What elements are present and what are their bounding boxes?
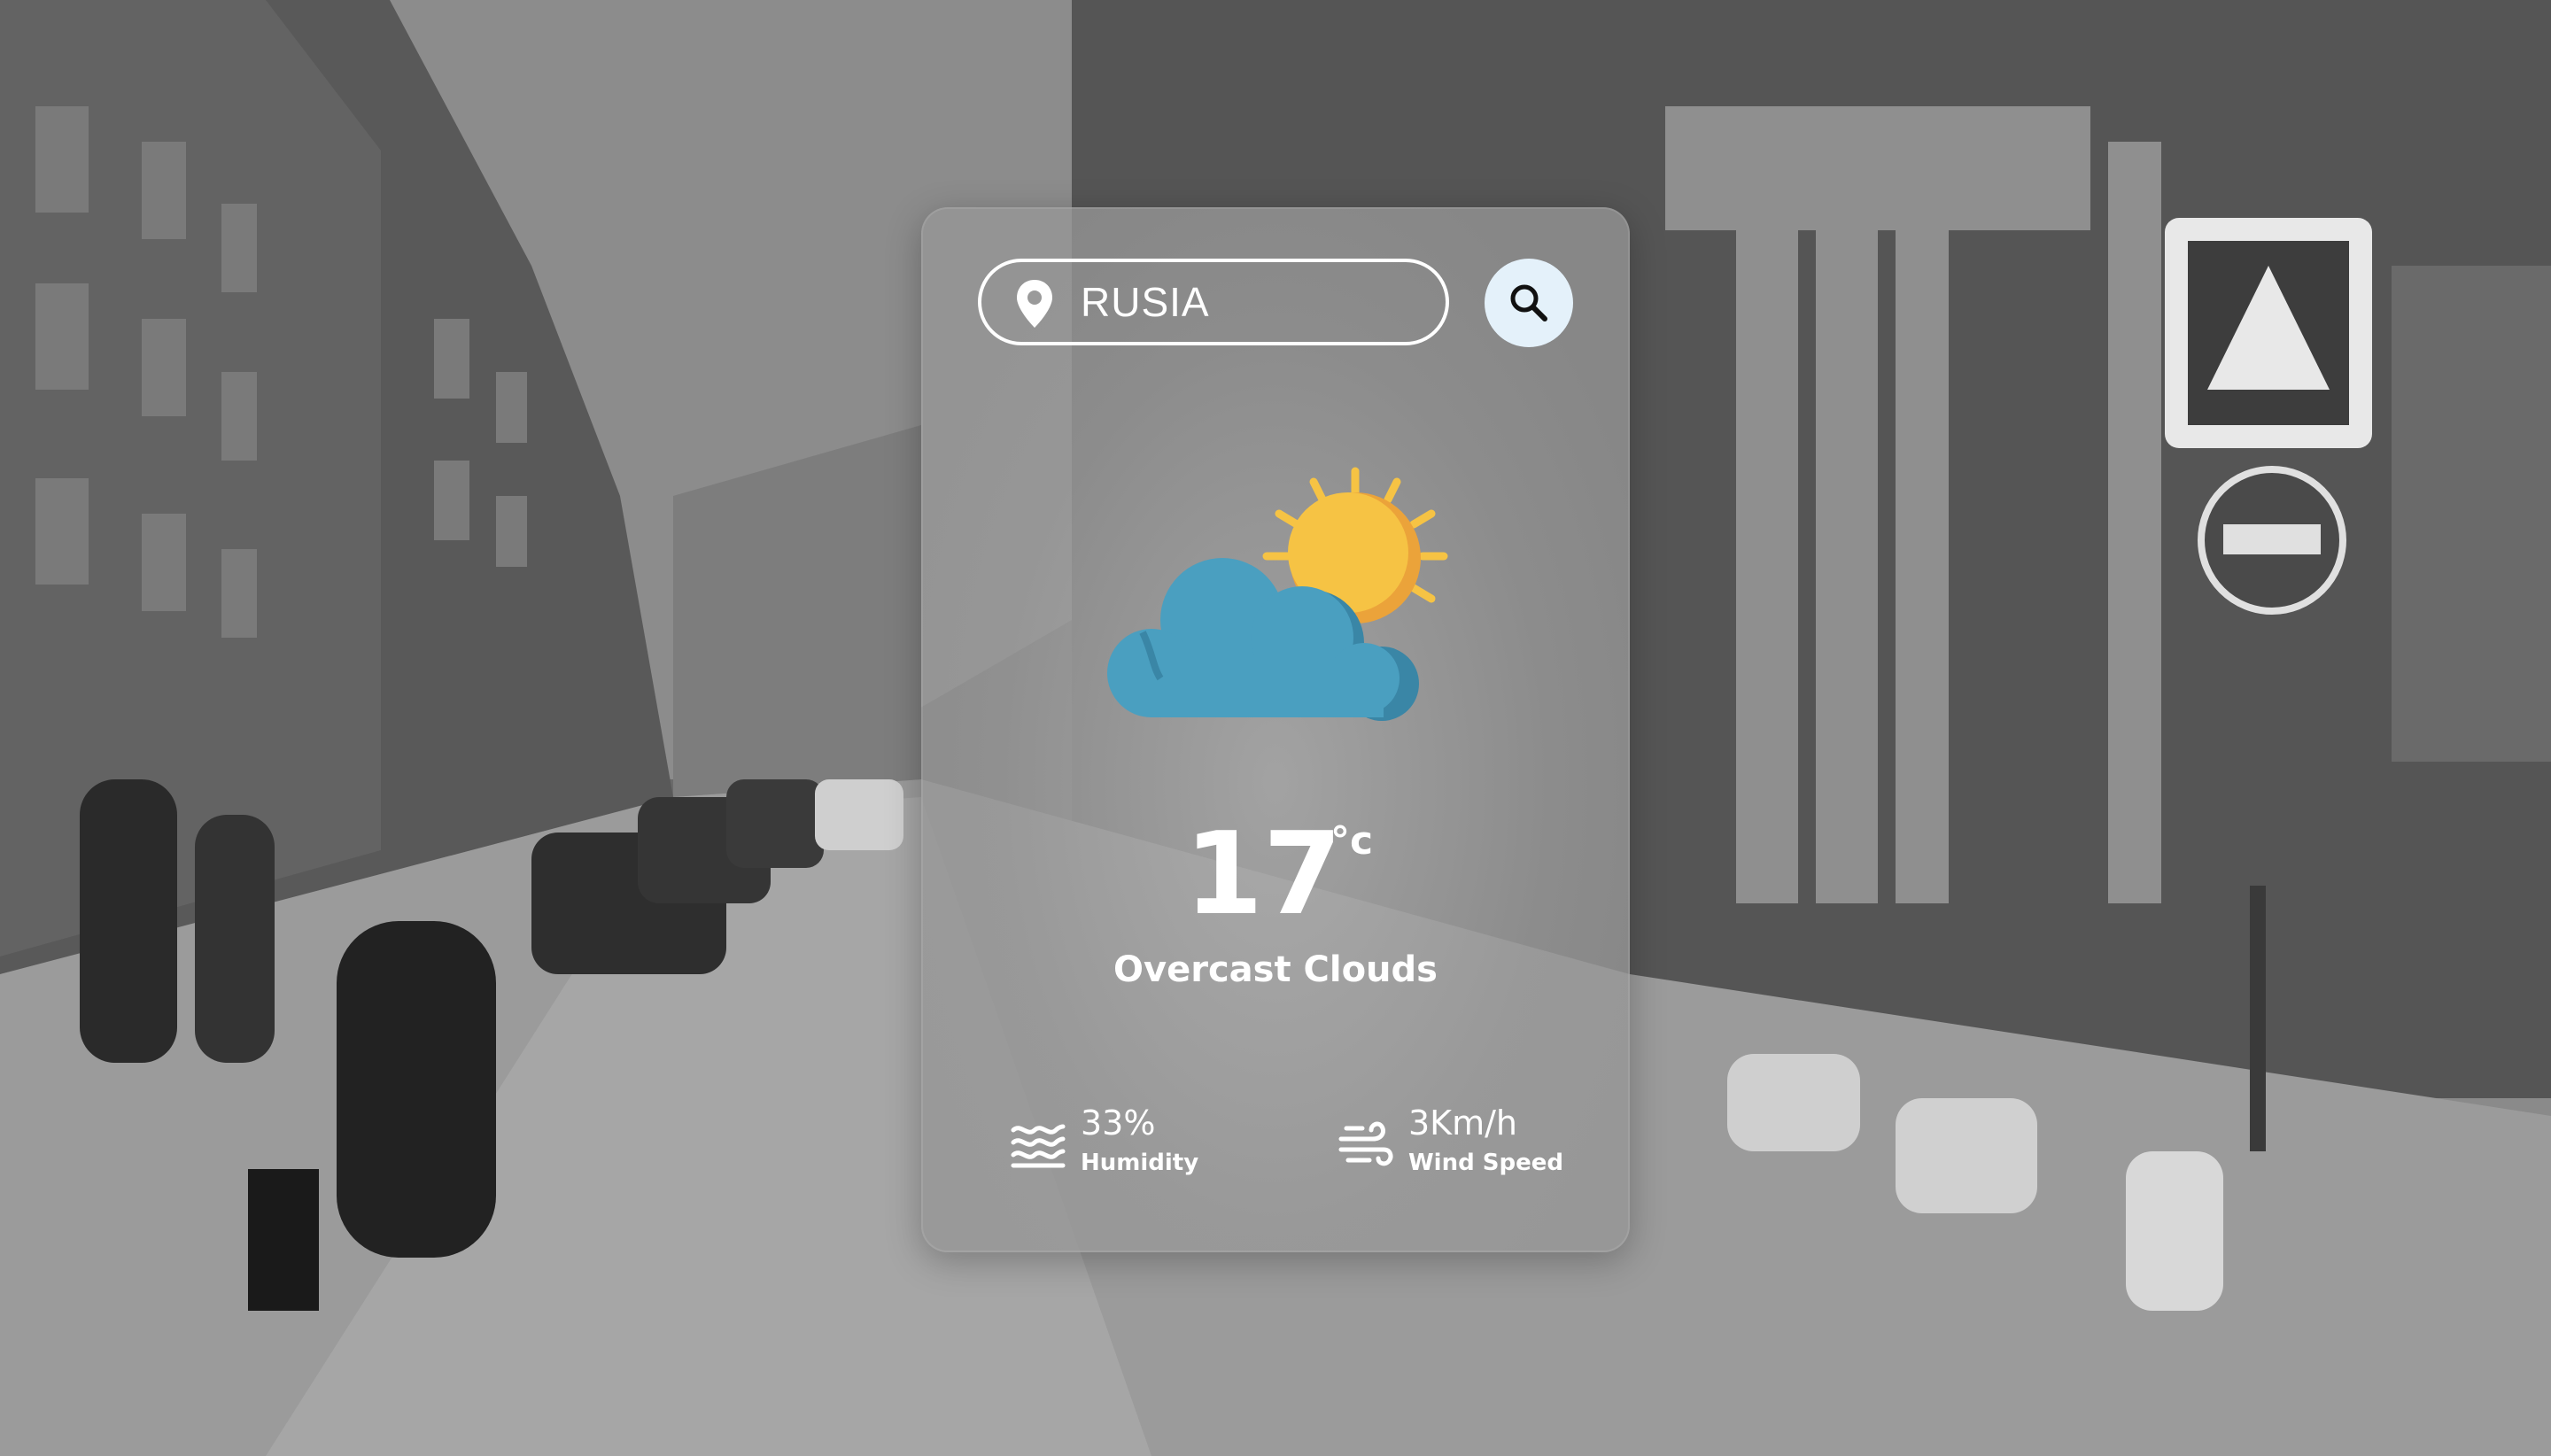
search-box[interactable] [978,259,1449,345]
weather-description: Overcast Clouds [1113,949,1438,990]
search-input[interactable] [1081,269,1426,335]
humidity-waves-icon [1011,1124,1066,1168]
location-pin-icon [1017,280,1052,328]
wind-icon [1338,1121,1393,1166]
search-icon [1510,284,1547,321]
wind-value: 3Km/h [1408,1104,1517,1142]
humidity-label: Humidity [1081,1150,1199,1176]
temperature-value: 17 [1183,809,1343,941]
temperature-unit: °c [1330,818,1374,864]
sun-behind-cloud-icon [1107,467,1448,721]
humidity-value: 33% [1081,1104,1156,1142]
wind-detail: 3Km/h Wind Speed [1338,1104,1603,1183]
search-button[interactable] [1485,259,1573,347]
wind-label: Wind Speed [1408,1150,1563,1176]
humidity-detail: 33% Humidity [1010,1104,1276,1183]
weather-card: 17 °c Overcast Clouds 33% Humidity 3Km/h… [921,207,1630,1252]
temperature: 17 [921,818,1630,932]
